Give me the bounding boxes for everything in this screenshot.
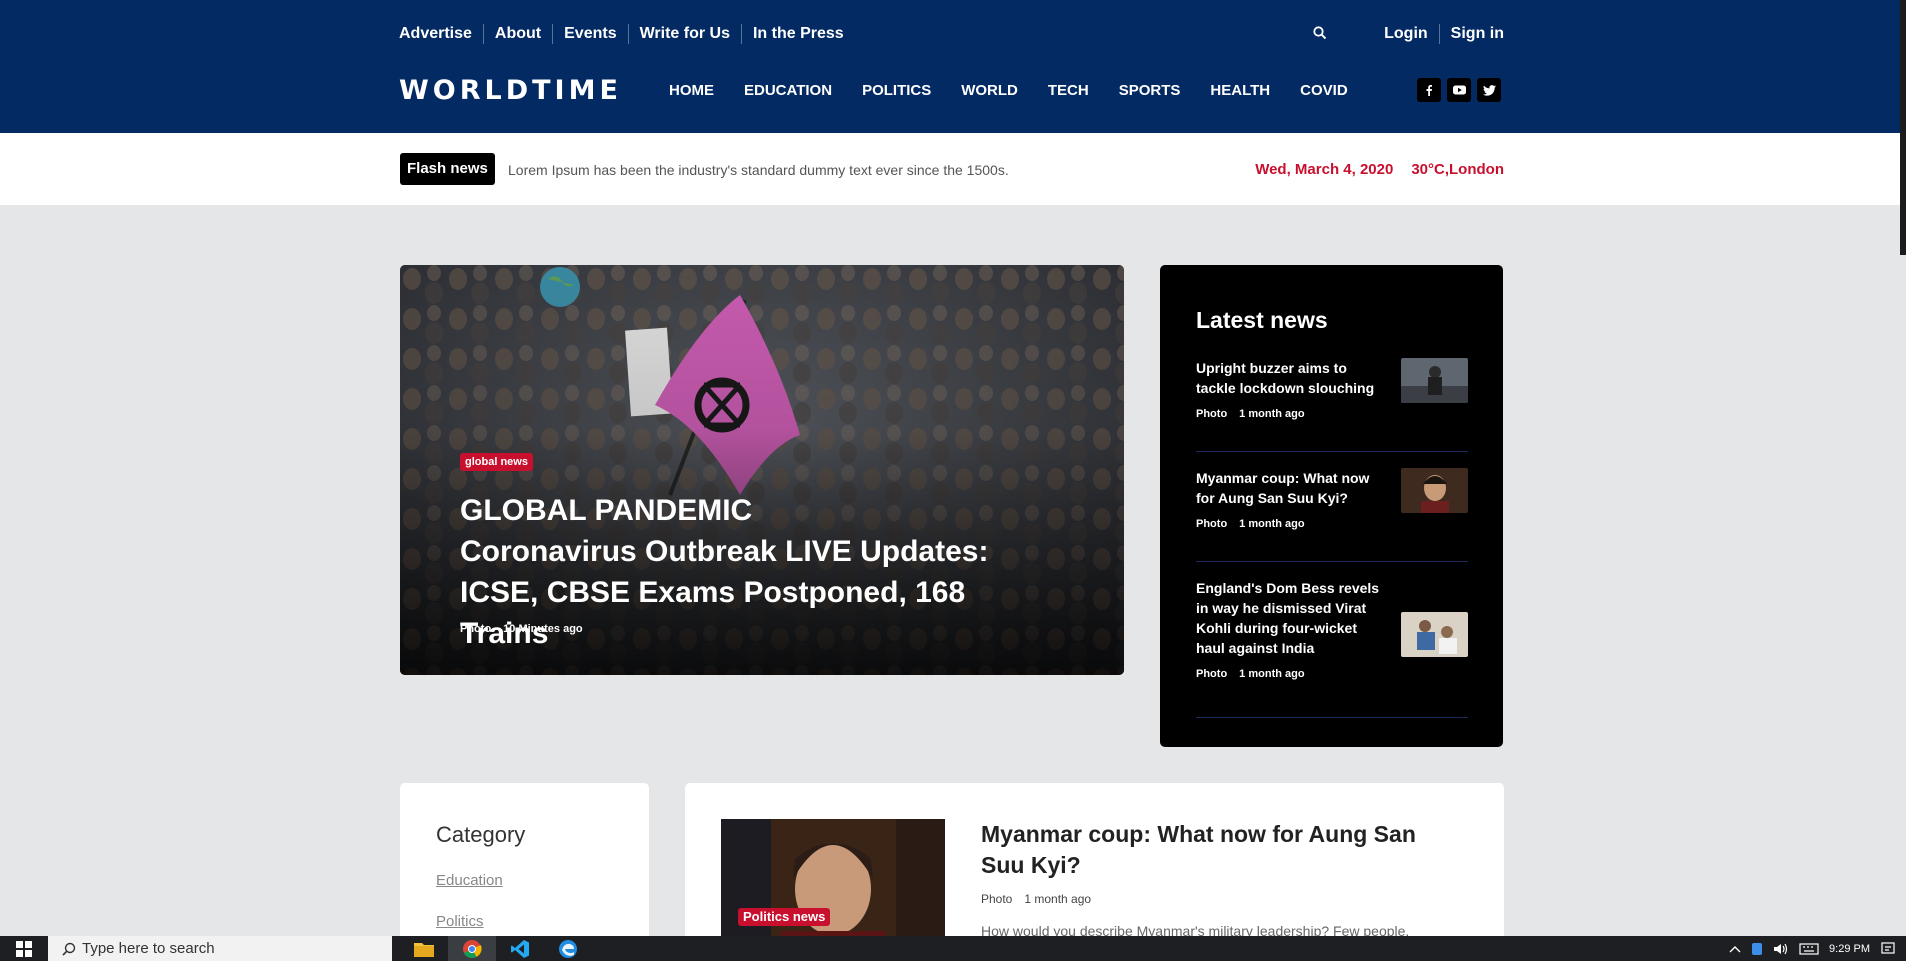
latest-item-thumbnail[interactable]: [1401, 358, 1468, 403]
nav-sports[interactable]: SPORTS: [1119, 81, 1181, 101]
signin-link[interactable]: Sign in: [1438, 24, 1504, 44]
os-taskbar: Type here to search 9:29 PM: [0, 936, 1906, 961]
hero-meta: Photo 10 Minutes ago: [460, 623, 583, 635]
latest-news-title: Latest news: [1196, 307, 1328, 333]
top-link-in-the-press[interactable]: In the Press: [740, 24, 855, 44]
article-card: Politics news Myanmar coup: What now for…: [685, 783, 1504, 936]
vscode-icon[interactable]: [496, 936, 544, 961]
nav-tech[interactable]: TECH: [1048, 81, 1089, 101]
nav-world[interactable]: WORLD: [961, 81, 1018, 101]
latest-news-panel: Latest news Upright buzzer aims to tackl…: [1160, 265, 1503, 747]
top-link-about[interactable]: About: [482, 24, 552, 44]
latest-item-title[interactable]: Myanmar coup: What now for Aung San Suu …: [1196, 468, 1381, 508]
site-header: Advertise About Events Write for Us In t…: [0, 0, 1906, 133]
hero-title-line1: GLOBAL PANDEMIC: [460, 494, 753, 527]
weather-info: 30°C,London: [1411, 161, 1504, 178]
latest-item-meta: Photo 1 month ago: [1196, 518, 1468, 530]
category-card: Category Education Politics: [400, 783, 649, 936]
article-title[interactable]: Myanmar coup: What now for Aung San Suu …: [981, 819, 1461, 881]
browser-viewport: Advertise About Events Write for Us In t…: [0, 0, 1906, 936]
category-item-education[interactable]: Education: [436, 872, 503, 890]
latest-item-type: Photo: [1196, 518, 1228, 530]
chevron-up-icon[interactable]: [1729, 945, 1741, 953]
nav-politics[interactable]: POLITICS: [862, 81, 931, 101]
login-link[interactable]: Login: [1373, 24, 1439, 44]
taskbar-clock[interactable]: 9:29 PM: [1829, 941, 1870, 956]
article-meta: Photo 1 month ago: [981, 892, 1091, 906]
main-nav: HOME EDUCATION POLITICS WORLD TECH SPORT…: [669, 81, 1378, 101]
latest-news-item[interactable]: Myanmar coup: What now for Aung San Suu …: [1196, 468, 1468, 562]
nav-education[interactable]: EDUCATION: [744, 81, 832, 101]
article-image[interactable]: Politics news: [721, 819, 945, 936]
search-icon: [62, 942, 76, 956]
hero-category-tag[interactable]: global news: [460, 453, 533, 471]
hero-title-line2: Coronavirus Outbreak LIVE Updates: ICSE,…: [460, 535, 989, 650]
social-links: [1417, 78, 1501, 102]
latest-item-meta: Photo 1 month ago: [1196, 668, 1468, 680]
latest-item-thumbnail[interactable]: [1401, 612, 1468, 657]
windows-start-icon[interactable]: [0, 936, 48, 961]
edge-icon[interactable]: [544, 936, 592, 961]
nav-home[interactable]: HOME: [669, 81, 714, 101]
taskbar-apps: [400, 936, 592, 961]
latest-news-item[interactable]: Upright buzzer aims to tackle lockdown s…: [1196, 358, 1468, 452]
nav-covid[interactable]: COVID: [1300, 81, 1348, 101]
article-category-tag[interactable]: Politics news: [738, 908, 831, 926]
latest-item-time: 1 month ago: [1239, 668, 1305, 680]
facebook-icon[interactable]: [1417, 78, 1441, 102]
top-link-write-for-us[interactable]: Write for Us: [627, 24, 741, 44]
latest-item-title[interactable]: Upright buzzer aims to tackle lockdown s…: [1196, 358, 1381, 398]
latest-item-type: Photo: [1196, 668, 1228, 680]
nav-health[interactable]: HEALTH: [1210, 81, 1270, 101]
top-link-events[interactable]: Events: [552, 24, 627, 44]
flash-info: Wed, March 4, 2020 30°C,London: [1255, 161, 1504, 179]
category-item-politics[interactable]: Politics: [436, 913, 484, 931]
flash-news-badge: Flash news: [400, 153, 495, 185]
taskbar-search-box[interactable]: Type here to search: [48, 936, 392, 961]
latest-item-time: 1 month ago: [1239, 518, 1305, 530]
article-meta-time: 1 month ago: [1024, 892, 1092, 906]
chrome-icon[interactable]: [448, 936, 496, 961]
current-date: Wed, March 4, 2020: [1255, 161, 1394, 178]
latest-item-title[interactable]: England's Dom Bess revels in way he dism…: [1196, 578, 1381, 658]
app-tray-icon[interactable]: [1751, 942, 1763, 956]
hero-meta-type: Photo: [460, 623, 492, 635]
flash-news-bar: Flash news Lorem Ipsum has been the indu…: [0, 133, 1906, 205]
top-link-advertise[interactable]: Advertise: [399, 24, 483, 44]
auth-links: Login Sign in: [1373, 24, 1504, 44]
system-tray: 9:29 PM: [1729, 936, 1896, 961]
latest-item-type: Photo: [1196, 408, 1228, 420]
hero-article[interactable]: global news GLOBAL PANDEMIC Coronavirus …: [400, 265, 1124, 675]
category-title: Category: [436, 822, 526, 847]
latest-news-item[interactable]: England's Dom Bess revels in way he dism…: [1196, 578, 1468, 718]
search-icon[interactable]: [1312, 25, 1328, 41]
taskbar-search-placeholder: Type here to search: [82, 940, 215, 957]
hero-meta-time: 10 Minutes ago: [503, 623, 583, 635]
file-explorer-icon[interactable]: [400, 936, 448, 961]
twitter-icon[interactable]: [1477, 78, 1501, 102]
article-excerpt: How would you describe Myanmar's militar…: [981, 923, 1410, 936]
flash-news-text[interactable]: Lorem Ipsum has been the industry's stan…: [508, 161, 1009, 179]
latest-item-meta: Photo 1 month ago: [1196, 408, 1468, 420]
speaker-icon[interactable]: [1773, 942, 1789, 956]
notification-icon[interactable]: [1880, 941, 1896, 957]
latest-item-thumbnail[interactable]: [1401, 468, 1468, 513]
page-scrollbar-thumb[interactable]: [1900, 0, 1906, 255]
latest-item-time: 1 month ago: [1239, 408, 1305, 420]
site-logo[interactable]: WORLDTIME: [399, 76, 622, 106]
youtube-icon[interactable]: [1447, 78, 1471, 102]
article-meta-type: Photo: [981, 892, 1013, 906]
top-links: Advertise About Events Write for Us In t…: [399, 24, 855, 44]
keyboard-icon[interactable]: [1799, 942, 1819, 956]
